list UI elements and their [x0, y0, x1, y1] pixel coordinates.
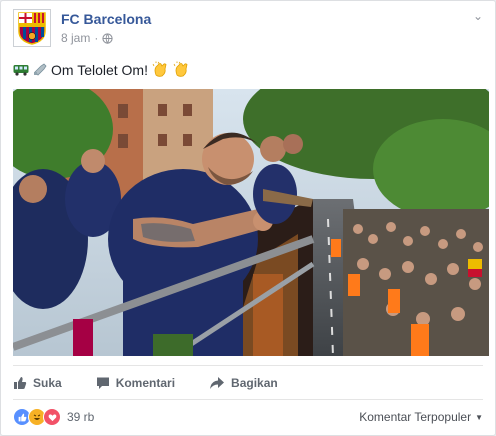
horn-icon [34, 62, 47, 76]
photo-actions-divider [13, 365, 483, 366]
comment-sort-label: Komentar Terpopuler [359, 410, 472, 424]
like-button-label: Suka [33, 376, 62, 390]
comment-sort-dropdown[interactable]: Komentar Terpopuler ▼ [359, 410, 483, 424]
post-timestamp[interactable]: 8 jam [61, 31, 90, 45]
caret-down-icon: ▼ [475, 412, 483, 422]
post-header: FC Barcelona 8 jam · ⌄ [13, 9, 483, 49]
comment-icon [96, 377, 109, 389]
post-options-chevron-icon[interactable]: ⌄ [473, 9, 483, 23]
reaction-count[interactable]: 39 rb [67, 410, 94, 424]
reactions-summary[interactable]: 39 rb [13, 408, 94, 426]
page-name-link[interactable]: FC Barcelona [61, 11, 151, 27]
comment-button[interactable]: Komentari [96, 371, 175, 395]
share-arrow-icon [210, 377, 225, 389]
meta-separator: · [94, 31, 99, 45]
post-card: FC Barcelona 8 jam · ⌄ Om Telolet Om! Su… [0, 0, 496, 436]
globe-icon[interactable] [102, 32, 113, 44]
clapping-hands-icon [173, 61, 188, 77]
page-avatar[interactable] [13, 9, 51, 47]
post-text: Om Telolet Om! [51, 61, 148, 78]
bus-icon [13, 64, 29, 76]
celebration-photo-image [13, 89, 489, 356]
post-actions-bar: Suka Komentari Bagikan [13, 371, 312, 395]
post-message: Om Telolet Om! [13, 61, 190, 78]
post-meta: 8 jam · [61, 31, 113, 45]
fcb-crest-icon [18, 12, 46, 45]
clapping-hands-icon [152, 61, 167, 77]
post-footer: 39 rb Komentar Terpopuler ▼ [13, 405, 483, 429]
post-photo[interactable] [13, 89, 489, 356]
love-reaction-icon [43, 408, 61, 426]
comment-button-label: Komentari [115, 376, 176, 390]
like-button[interactable]: Suka [13, 371, 62, 395]
thumbs-up-icon [14, 377, 27, 389]
share-button[interactable]: Bagikan [209, 371, 278, 395]
share-button-label: Bagikan [231, 376, 278, 390]
actions-footer-divider [13, 399, 483, 400]
